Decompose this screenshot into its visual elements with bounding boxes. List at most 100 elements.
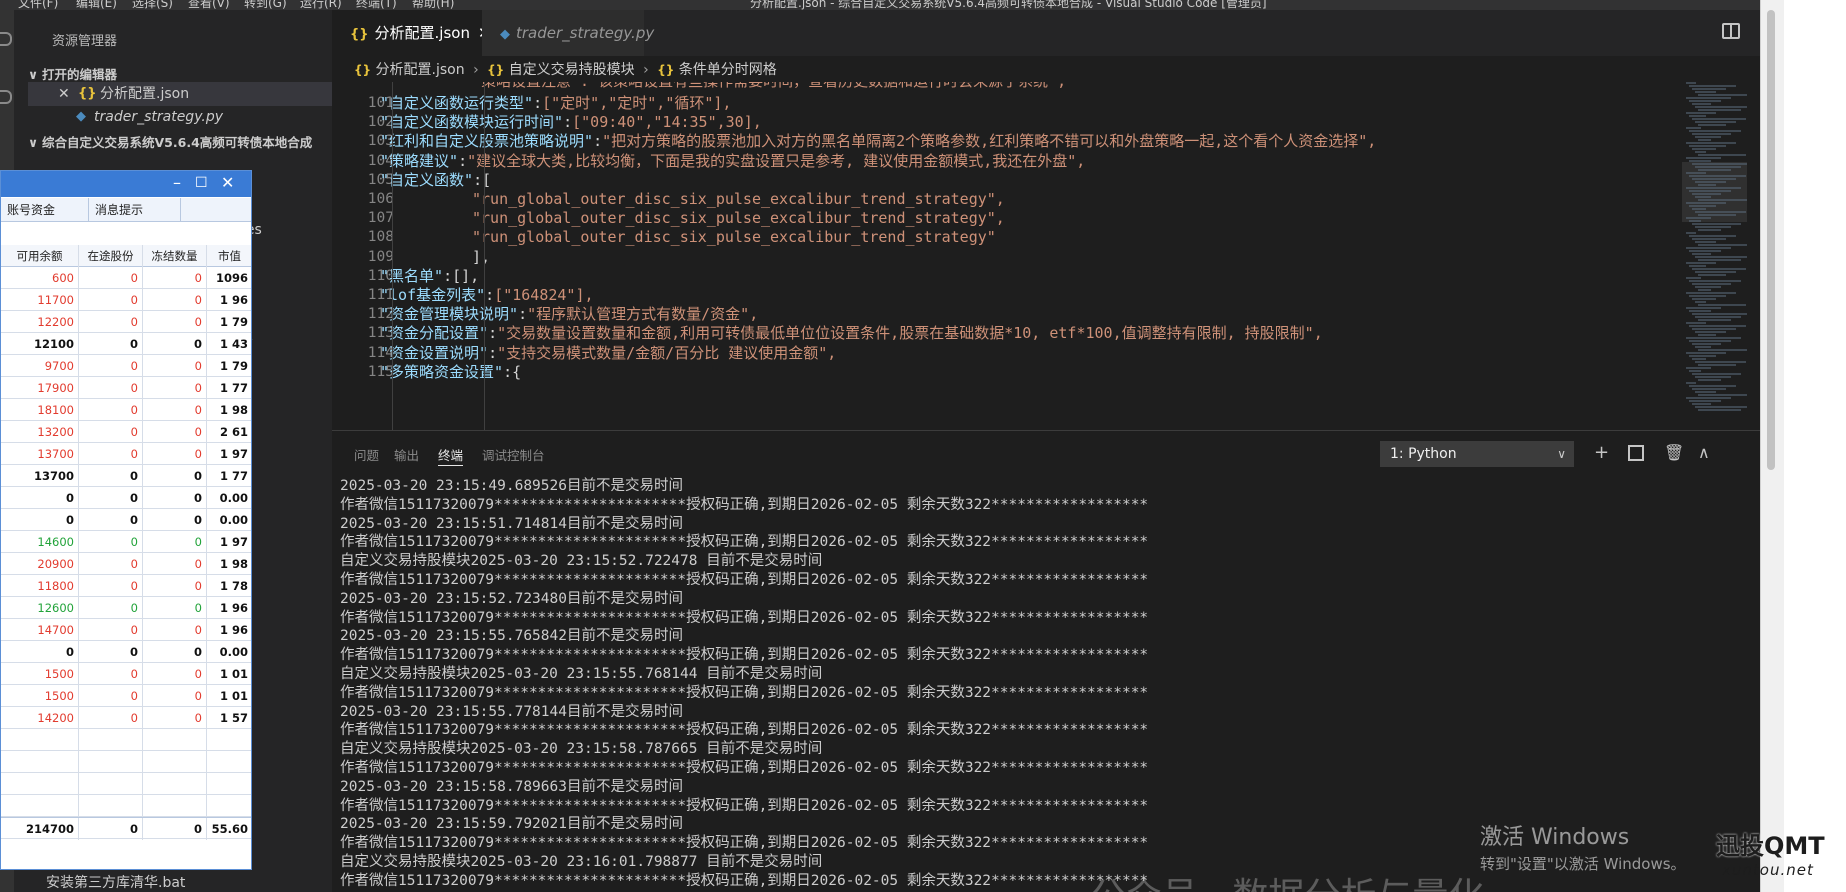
table-row[interactable]: 0 0 0 0.00	[1, 641, 251, 663]
code-text: "多策略资金设置":{	[380, 362, 522, 381]
table-row[interactable]: 13700 0 0 1 77	[1, 465, 251, 487]
table-cell-value: 1 43	[207, 333, 251, 355]
table-cell-avail: 0	[1, 509, 79, 531]
trading-window-titlebar[interactable]: – ☐ ✕	[1, 171, 251, 197]
menu-edit[interactable]: 编辑(E)	[76, 0, 117, 10]
page-scrollbar[interactable]	[1760, 0, 1784, 892]
minimap-line	[1686, 127, 1701, 129]
minimap-line	[1698, 169, 1731, 171]
table-row[interactable]: 20900 0 0 1 98	[1, 553, 251, 575]
menu-file[interactable]: 文件(F)	[18, 0, 58, 10]
open-editors-header[interactable]: ∨ 打开的编辑器	[28, 64, 117, 83]
table-row[interactable]: 1500 0 0 1 01	[1, 663, 251, 685]
column-header[interactable]: 冻结数量	[143, 245, 207, 267]
breadcrumb-item[interactable]: 分析配置.json	[376, 62, 465, 78]
json-key: 多策略资金设置	[389, 362, 495, 381]
minimap-line	[1689, 265, 1706, 267]
tab-json[interactable]: {}分析配置.json✕	[332, 10, 491, 56]
file-item-install-bat[interactable]: 安装第三方库清华.bat	[46, 872, 185, 892]
breadcrumb-item[interactable]: 自定义交易持股模块	[509, 62, 635, 78]
table-row[interactable]: 13200 0 0 2 61	[1, 421, 251, 443]
chevron-up-icon[interactable]: ∧	[1698, 443, 1710, 463]
tab-messages[interactable]: 消息提示	[89, 198, 181, 222]
table-row[interactable]: 14700 0 0 1 96	[1, 619, 251, 641]
split-terminal-icon[interactable]	[1628, 445, 1644, 461]
table-cell-frozen: 0	[143, 619, 207, 641]
tab-python[interactable]: ◆ trader_strategy.py	[482, 10, 654, 56]
table-row-empty	[1, 773, 251, 795]
table-row-empty	[1, 751, 251, 773]
table-row[interactable]: 13700 0 0 1 97	[1, 443, 251, 465]
table-row[interactable]: 0 0 0 0.00	[1, 487, 251, 509]
json-key: 自定义函数模块运行时间	[389, 113, 555, 132]
table-row[interactable]: 600 0 0 1096	[1, 267, 251, 289]
minimap-line	[1689, 400, 1721, 402]
menu-terminal[interactable]: 终端(T)	[356, 0, 397, 10]
workspace-label: 综合自定义交易系统V5.6.4高频可转债本地合成	[42, 135, 313, 150]
table-row[interactable]: 12600 0 0 1 96	[1, 597, 251, 619]
menu-run[interactable]: 运行(R)	[300, 0, 342, 10]
table-row[interactable]: 1500 0 0 1 01	[1, 685, 251, 707]
page-scrollbar-thumb[interactable]	[1767, 10, 1775, 470]
close-icon[interactable]: ✕	[58, 82, 70, 106]
menu-selection[interactable]: 选择(S)	[132, 0, 173, 10]
tab-account-funds[interactable]: 账号资金	[1, 198, 89, 222]
open-editor-item-json[interactable]: ✕ {} 分析配置.json	[28, 82, 332, 106]
table-cell-avail: 0	[1, 641, 79, 663]
maximize-icon[interactable]: ☐	[195, 175, 208, 191]
minimap-line	[1692, 148, 1716, 150]
open-editor-item-py[interactable]: ◆ trader_strategy.py	[28, 105, 332, 129]
table-cell-transit: 0	[79, 619, 143, 641]
table-cell-value: 1 01	[207, 663, 251, 685]
table-cell-empty	[1, 751, 79, 773]
minimap-line	[1689, 250, 1721, 252]
tab-problems[interactable]: 问题	[354, 445, 379, 464]
table-row[interactable]: 17900 0 0 1 77	[1, 377, 251, 399]
editor-scrollbar[interactable]	[1747, 82, 1760, 430]
minimap-line	[1692, 403, 1711, 405]
table-row[interactable]: 11800 0 0 1 78	[1, 575, 251, 597]
minimap-line	[1686, 352, 1726, 354]
minimize-icon[interactable]: –	[173, 173, 181, 192]
workspace-header[interactable]: ∨ 综合自定义交易系统V5.6.4高频可转债本地合成	[28, 132, 312, 151]
minimap-line	[1698, 124, 1726, 126]
minimap-line	[1686, 217, 1711, 219]
table-row[interactable]: 0 0 0 0.00	[1, 509, 251, 531]
menu-help[interactable]: 帮助(H)	[412, 0, 454, 10]
terminal-select[interactable]: 1: Python ∨	[1380, 441, 1574, 467]
table-row[interactable]: 18100 0 0 1 98	[1, 399, 251, 421]
tab-terminal[interactable]: 终端	[438, 445, 464, 466]
json-key: 策略建议	[389, 151, 450, 170]
code-editor[interactable]: "策略设置注意":"该策略设置有些操作需要时间，查看历史数据和运行时会来源于系统…	[332, 82, 1672, 430]
table-cell-frozen: 0	[143, 399, 207, 421]
indent-guide	[484, 82, 485, 430]
menu-bar: 文件(F) 编辑(E) 选择(S) 查看(V) 转到(G) 运行(R) 终端(T…	[0, 0, 1760, 10]
minimap-line	[1686, 322, 1706, 324]
column-header[interactable]: 在途股份	[79, 245, 143, 267]
explorer-icon[interactable]	[0, 32, 12, 46]
menu-view[interactable]: 查看(V)	[188, 0, 230, 10]
table-row[interactable]: 11700 0 0 1 96	[1, 289, 251, 311]
menu-goto[interactable]: 转到(G)	[244, 0, 287, 10]
table-row[interactable]: 12100 0 0 1 43	[1, 333, 251, 355]
column-header[interactable]: 可用余额	[1, 245, 79, 267]
table-row[interactable]: 12200 0 0 1 79	[1, 311, 251, 333]
breadcrumb-item[interactable]: 条件单分时网格	[679, 62, 777, 78]
minimap-line	[1695, 181, 1726, 183]
table-row[interactable]: 14600 0 0 1 97	[1, 531, 251, 553]
add-terminal-icon[interactable]: +	[1594, 443, 1609, 463]
split-editor-icon[interactable]	[1722, 23, 1740, 39]
table-cell-avail: 600	[1, 267, 79, 289]
json-key: 自定义函数	[389, 170, 465, 189]
tab-output[interactable]: 输出	[394, 445, 419, 464]
table-row[interactable]: 14200 0 0 1 57	[1, 707, 251, 729]
trash-icon[interactable]: 🗑	[1664, 443, 1684, 463]
tab-debug-console[interactable]: 调试控制台	[482, 445, 545, 464]
column-header[interactable]: 市值	[207, 245, 251, 267]
search-icon[interactable]	[0, 90, 12, 104]
close-icon[interactable]: ✕	[221, 173, 234, 192]
table-cell-avail: 14200	[1, 707, 79, 729]
table-row[interactable]: 9700 0 0 1 79	[1, 355, 251, 377]
minimap-line	[1692, 133, 1731, 135]
json-value: [],	[452, 266, 480, 285]
